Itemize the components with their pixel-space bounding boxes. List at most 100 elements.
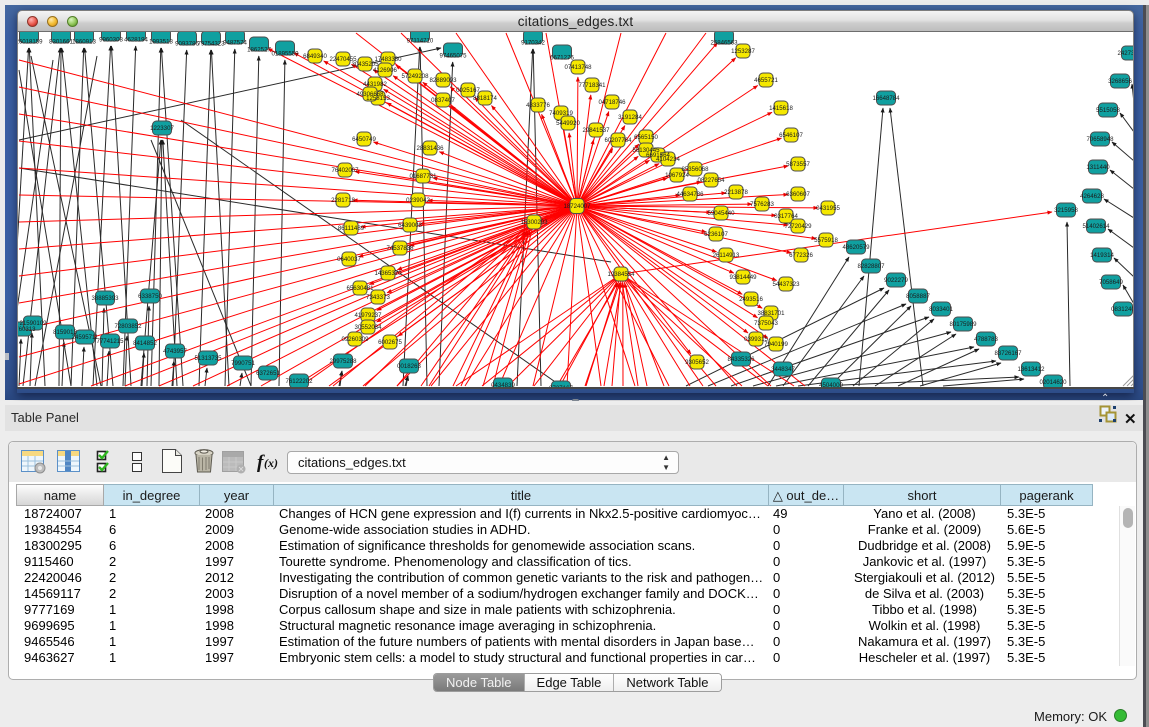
svg-text:4264628: 4264628 <box>1080 193 1104 200</box>
svg-text:3448347: 3448347 <box>771 366 795 373</box>
svg-text:(x): (x) <box>264 456 278 470</box>
svg-text:6671276: 6671276 <box>550 55 574 62</box>
svg-text:41979237: 41979237 <box>354 312 382 319</box>
svg-text:21590109: 21590109 <box>19 320 47 327</box>
svg-text:1419314: 1419314 <box>1090 252 1114 259</box>
svg-text:0837407: 0837407 <box>431 97 455 104</box>
svg-text:4655721: 4655721 <box>754 77 778 84</box>
svg-text:38831701: 38831701 <box>757 310 785 317</box>
svg-text:8414852: 8414852 <box>133 340 157 347</box>
svg-text:1860913: 1860913 <box>72 39 96 46</box>
svg-text:44634786: 44634786 <box>676 191 704 198</box>
svg-text:26114913: 26114913 <box>713 252 740 259</box>
svg-text:1067924: 1067924 <box>665 172 689 179</box>
svg-text:26018159: 26018159 <box>18 39 43 46</box>
svg-text:6450749: 6450749 <box>352 136 376 143</box>
svg-text:38885393: 38885393 <box>91 295 119 302</box>
svg-text:5873557: 5873557 <box>786 161 810 168</box>
svg-text:01895559: 01895559 <box>271 51 299 58</box>
svg-text:3268656: 3268656 <box>1108 78 1132 85</box>
svg-text:24273167: 24273167 <box>1117 50 1134 57</box>
svg-text:3191284: 3191284 <box>618 114 642 121</box>
svg-text:13613412: 13613412 <box>1017 366 1045 373</box>
svg-text:97465075: 97465075 <box>439 53 467 60</box>
svg-text:9093786: 9093786 <box>175 41 199 48</box>
svg-text:4788783: 4788783 <box>974 336 998 343</box>
svg-text:4333776: 4333776 <box>526 102 550 109</box>
svg-text:28831436: 28831436 <box>416 145 444 152</box>
svg-text:29975288: 29975288 <box>329 358 357 365</box>
svg-text:1862527: 1862527 <box>247 47 271 54</box>
svg-text:15300293: 15300293 <box>520 219 548 226</box>
svg-text:17483380: 17483380 <box>374 56 402 63</box>
svg-text:72803852: 72803852 <box>114 323 142 330</box>
svg-text:9170342: 9170342 <box>521 40 545 47</box>
svg-text:4743957: 4743957 <box>163 348 187 355</box>
svg-text:65630481: 65630481 <box>346 285 374 292</box>
svg-text:49306668: 49306668 <box>356 91 384 98</box>
svg-text:0831240: 0831240 <box>1111 306 1134 313</box>
svg-text:1311440: 1311440 <box>1086 164 1110 171</box>
svg-text:4126906: 4126906 <box>373 67 397 74</box>
svg-text:77741215: 77741215 <box>96 338 124 345</box>
svg-text:29841537: 29841537 <box>582 127 610 134</box>
svg-text:2493516: 2493516 <box>739 296 763 303</box>
svg-text:7576283: 7576283 <box>750 201 774 208</box>
svg-text:6849340: 6849340 <box>303 53 327 60</box>
svg-text:9305652: 9305652 <box>685 359 709 366</box>
svg-text:26846563: 26846563 <box>710 40 738 47</box>
svg-text:5515058: 5515058 <box>1096 107 1120 114</box>
svg-text:72720429: 72720429 <box>784 223 812 230</box>
svg-text:4104234: 4104234 <box>656 156 680 163</box>
svg-text:7375043: 7375043 <box>754 320 778 327</box>
svg-text:09260309: 09260309 <box>341 336 369 343</box>
svg-text:74537838: 74537838 <box>386 245 414 252</box>
svg-text:6002675: 6002675 <box>378 339 402 346</box>
svg-text:9022279: 9022279 <box>884 277 908 284</box>
svg-text:0640037: 0640037 <box>337 256 361 263</box>
svg-text:84335326: 84335326 <box>727 356 755 363</box>
svg-text:86111489: 86111489 <box>338 225 365 232</box>
svg-text:6772326: 6772326 <box>789 252 813 259</box>
svg-text:57249208: 57249208 <box>401 73 429 80</box>
svg-text:01687731: 01687731 <box>409 173 437 180</box>
svg-text:60207764: 60207764 <box>604 137 632 144</box>
svg-text:83726167: 83726167 <box>994 350 1022 357</box>
svg-text:08227654: 08227654 <box>697 177 725 184</box>
svg-text:0431955: 0431955 <box>816 205 840 212</box>
svg-text:0018263: 0018263 <box>397 363 421 370</box>
svg-text:07413748: 07413748 <box>564 64 592 71</box>
svg-text:6439008: 6439008 <box>398 222 422 229</box>
svg-text:6360607: 6360607 <box>786 191 810 198</box>
svg-text:61760313: 61760313 <box>18 326 36 333</box>
svg-text:8301661: 8301661 <box>49 39 73 46</box>
svg-text:59045440: 59045440 <box>707 210 735 217</box>
svg-text:7343373: 7343373 <box>366 294 390 301</box>
svg-text:8818174: 8818174 <box>473 95 497 102</box>
svg-text:0317764: 0317764 <box>774 213 798 220</box>
svg-text:9487574: 9487574 <box>223 40 247 47</box>
svg-text:02014620: 02014620 <box>1039 379 1067 386</box>
svg-text:1223307: 1223307 <box>150 125 174 132</box>
svg-text:51313735: 51313735 <box>194 355 222 362</box>
svg-text:5449920: 5449920 <box>556 120 580 127</box>
svg-text:3215958: 3215958 <box>1054 207 1078 214</box>
svg-text:7990751: 7990751 <box>231 360 255 367</box>
svg-text:1253287: 1253287 <box>731 48 755 55</box>
svg-text:80175989: 80175989 <box>949 321 977 328</box>
svg-text:76122202: 76122202 <box>285 378 313 385</box>
svg-text:04718746: 04718746 <box>598 99 626 106</box>
svg-text:2281718: 2281718 <box>331 197 355 204</box>
svg-text:4628194: 4628194 <box>124 37 148 44</box>
svg-text:6565150: 6565150 <box>634 134 658 141</box>
svg-text:7409319: 7409319 <box>549 110 573 117</box>
svg-text:6236107: 6236107 <box>704 231 728 238</box>
svg-text:4431982: 4431982 <box>363 81 387 88</box>
svg-text:1993518: 1993518 <box>149 39 173 46</box>
svg-text:5575918: 5575918 <box>814 237 838 244</box>
svg-text:30552034: 30552034 <box>354 324 382 331</box>
svg-text:6372651: 6372651 <box>256 370 280 377</box>
svg-text:82889093: 82889093 <box>429 77 457 84</box>
svg-text:8033401: 8033401 <box>929 306 953 313</box>
svg-text:14365370: 14365370 <box>374 270 402 277</box>
